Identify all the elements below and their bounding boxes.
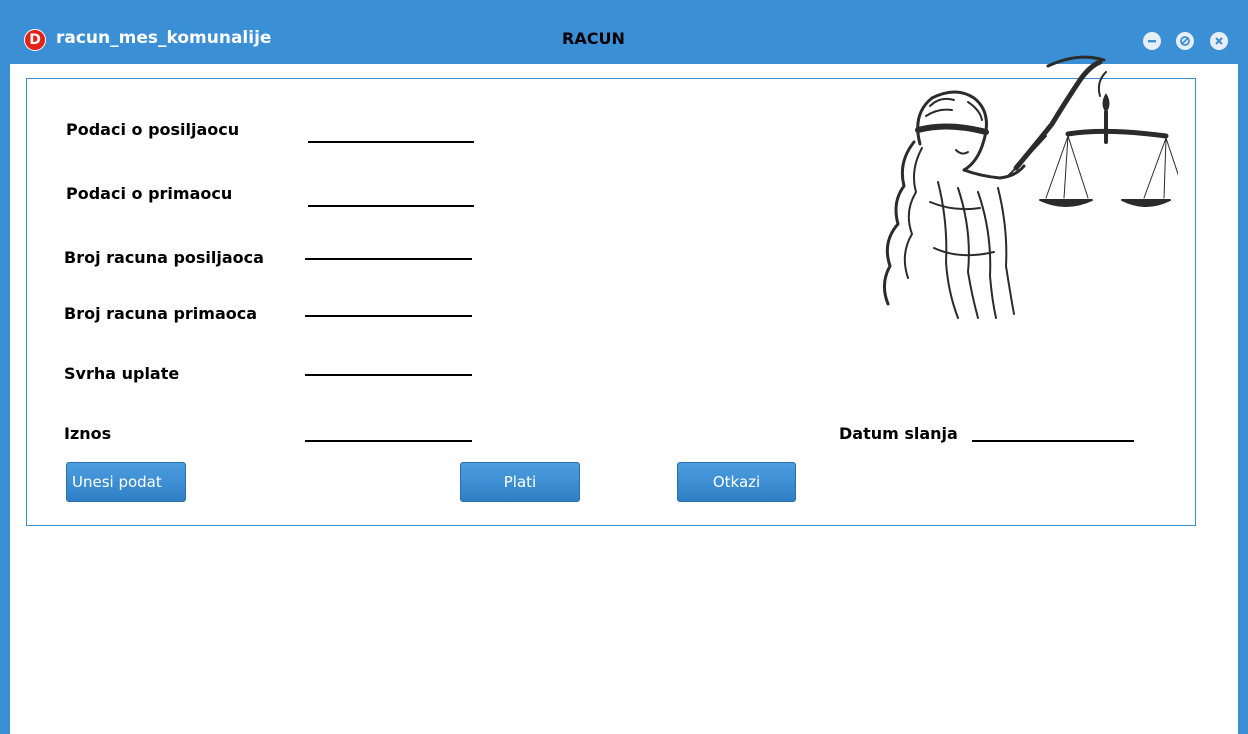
sender-info-field[interactable] [308,141,474,143]
cancel-button[interactable]: Otkazi [677,462,796,502]
app-window: D racun_mes_komunalije RACUN Podaci o po… [0,0,1248,734]
window-title: racun_mes_komunalije [56,28,272,48]
app-logo-icon: D [24,29,46,51]
purpose-label: Svrha uplate [64,364,180,383]
sender-account-field[interactable] [305,258,472,260]
form-heading: RACUN [562,29,625,48]
sender-info-label: Podaci o posiljaocu [66,120,240,139]
send-date-label: Datum slanja [839,424,958,443]
recipient-account-field[interactable] [305,315,472,317]
pay-button[interactable]: Plati [460,462,580,502]
enter-data-button[interactable]: Unesi podat [66,462,186,502]
minimize-icon[interactable] [1143,32,1161,50]
recipient-account-label: Broj racuna primaoca [64,304,258,323]
amount-label: Iznos [64,424,112,443]
lady-justice-icon [883,55,1178,319]
purpose-field[interactable] [305,374,472,376]
close-icon[interactable] [1210,32,1228,50]
amount-field[interactable] [305,440,472,442]
maximize-icon[interactable] [1176,32,1194,50]
sender-account-label: Broj racuna posiljaoca [64,248,264,267]
recipient-info-label: Podaci o primaocu [66,184,233,203]
recipient-info-field[interactable] [308,205,474,207]
send-date-field[interactable] [972,440,1134,442]
